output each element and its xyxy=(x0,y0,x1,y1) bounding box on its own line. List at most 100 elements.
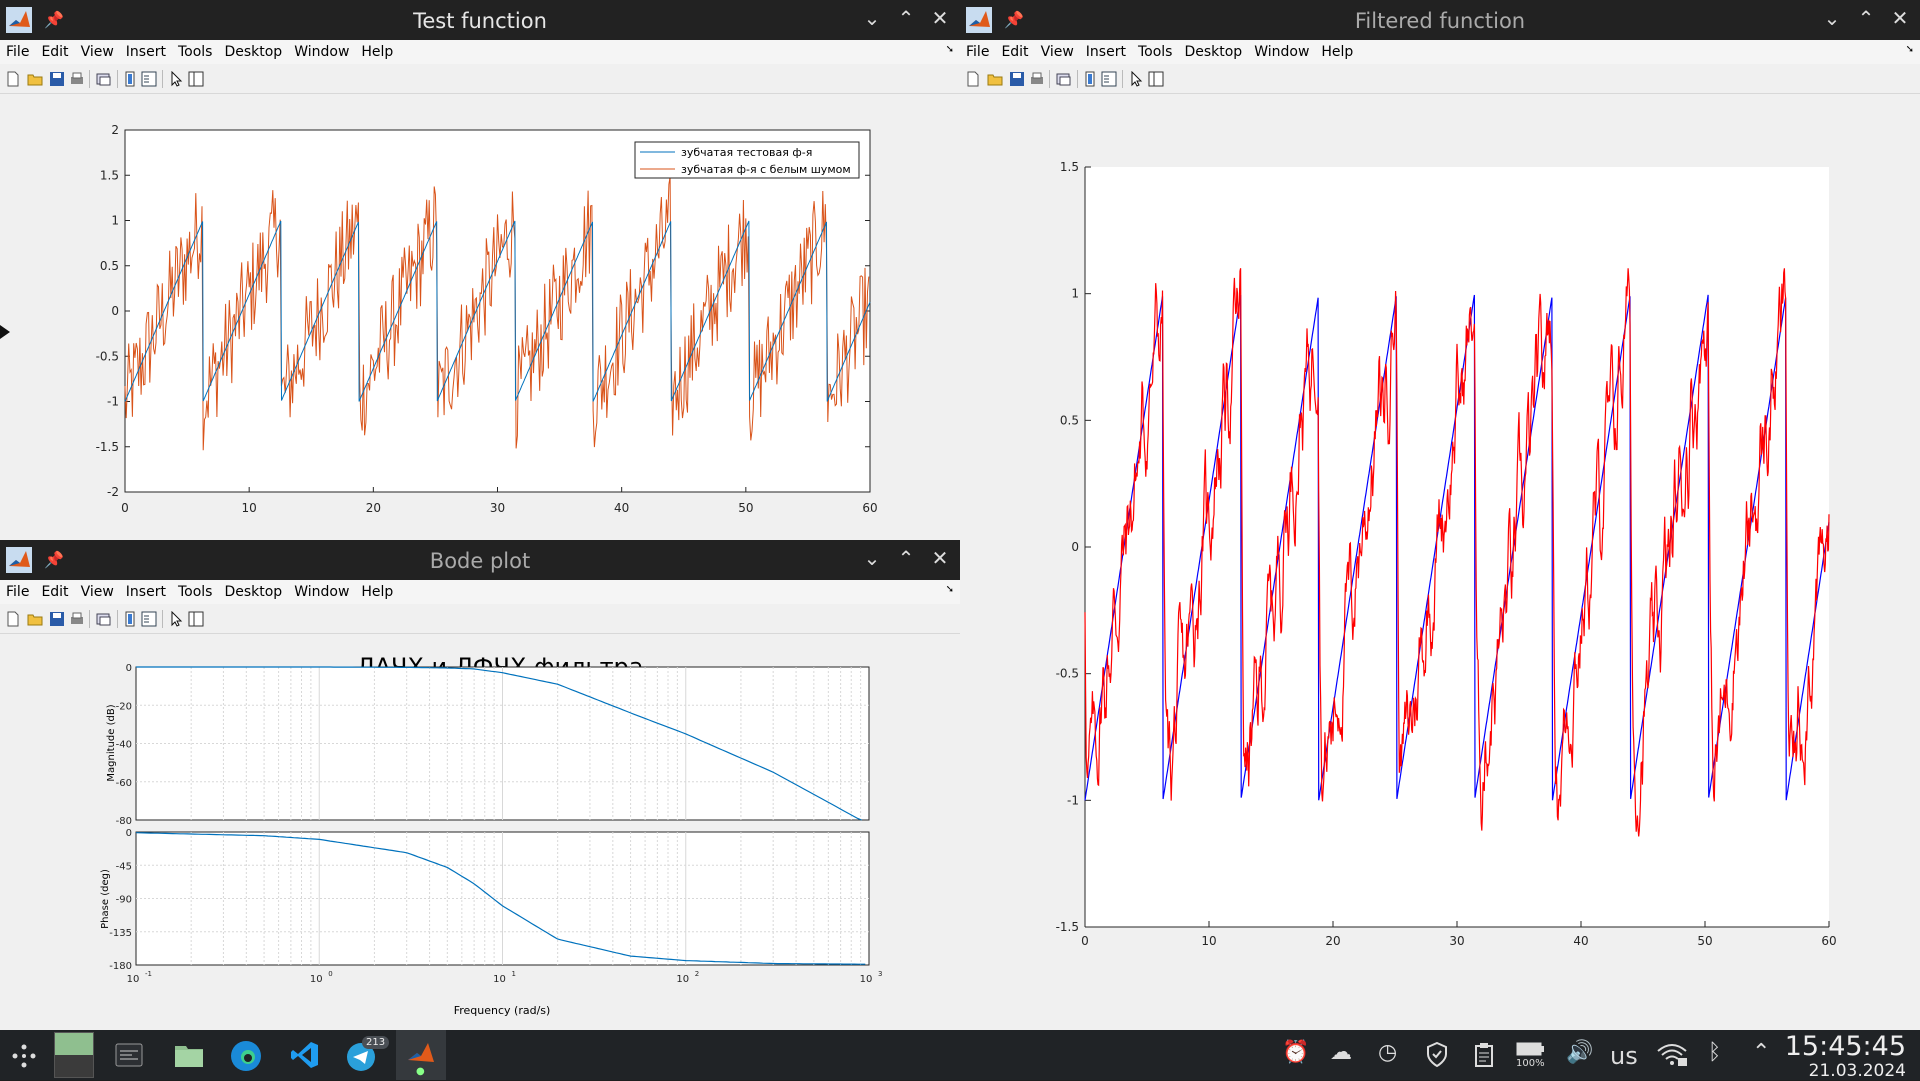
menu-view[interactable]: View xyxy=(75,580,120,600)
menu-window[interactable]: Window xyxy=(288,580,355,600)
figure-toolbar xyxy=(960,64,1920,94)
print-icon[interactable] xyxy=(1029,71,1045,87)
title-bar[interactable]: 📌 Bode plot ⌄ ⌃ ✕ xyxy=(0,540,960,580)
menu-file[interactable]: File xyxy=(0,580,35,600)
title-bar[interactable]: 📌 Test function ⌄ ⌃ ✕ xyxy=(0,0,960,40)
new-figure-icon[interactable] xyxy=(5,611,21,627)
save-icon[interactable] xyxy=(49,611,65,627)
colorbar-icon[interactable] xyxy=(1082,71,1098,87)
weather-snow-icon[interactable]: ☁ xyxy=(1330,1040,1352,1065)
menu-help[interactable]: Help xyxy=(1315,40,1359,60)
clipboard-icon[interactable] xyxy=(1474,1042,1494,1068)
close-icon[interactable]: ✕ xyxy=(926,6,954,30)
minimize-icon[interactable]: ⌄ xyxy=(858,546,886,570)
x-tick-label: 60 xyxy=(1821,934,1836,948)
minimize-icon[interactable]: ⌄ xyxy=(1818,6,1846,30)
alarm-bell-icon[interactable]: ⏰ xyxy=(1282,1040,1309,1065)
telegram-app[interactable]: 213 xyxy=(346,1036,390,1072)
property-editor-icon[interactable] xyxy=(1148,71,1164,87)
menu-insert[interactable]: Insert xyxy=(120,580,172,600)
menu-file[interactable]: File xyxy=(0,40,35,60)
window-title: Bode plot xyxy=(429,549,531,573)
save-icon[interactable] xyxy=(1009,71,1025,87)
menu-help[interactable]: Help xyxy=(355,580,399,600)
open-file-icon[interactable] xyxy=(27,71,43,87)
menu-window[interactable]: Window xyxy=(288,40,355,60)
keyboard-layout[interactable]: us xyxy=(1610,1042,1638,1070)
menu-edit[interactable]: Edit xyxy=(995,40,1034,60)
app-launcher-icon[interactable] xyxy=(10,1043,38,1069)
legend-icon[interactable] xyxy=(141,71,157,87)
menu-insert[interactable]: Insert xyxy=(1080,40,1132,60)
security-shield-icon[interactable] xyxy=(1426,1042,1448,1068)
dock-arrow-icon[interactable]: ➘ xyxy=(1906,44,1914,55)
menu-file[interactable]: File xyxy=(960,40,995,60)
menu-desktop[interactable]: Desktop xyxy=(218,580,288,600)
menu-tools[interactable]: Tools xyxy=(172,580,219,600)
legend-label-noisy: зубчатая ф-я с белым шумом xyxy=(681,163,851,176)
menu-view[interactable]: View xyxy=(75,40,120,60)
filtered-function-axes[interactable]: 0 10 20 30 40 50 60 1.5 1 0.5 0 -0.5 -1 -1.5 xyxy=(960,95,1920,1030)
matlab-taskbar-button[interactable]: ● xyxy=(396,1030,446,1080)
menu-tools[interactable]: Tools xyxy=(1132,40,1179,60)
property-editor-icon[interactable] xyxy=(188,71,204,87)
file-manager-icon[interactable] xyxy=(174,1041,204,1069)
menu-help[interactable]: Help xyxy=(355,40,399,60)
pointer-icon[interactable] xyxy=(1128,71,1144,87)
new-figure-icon[interactable] xyxy=(5,71,21,87)
x-tick-label: 20 xyxy=(1325,934,1340,948)
menu-desktop[interactable]: Desktop xyxy=(218,40,288,60)
menu-edit[interactable]: Edit xyxy=(35,40,74,60)
menu-desktop[interactable]: Desktop xyxy=(1178,40,1248,60)
tray-expand-icon[interactable]: ⌃ xyxy=(1752,1040,1770,1065)
new-figure-icon[interactable] xyxy=(965,71,981,87)
legend[interactable]: зубчатая тестовая ф-я зубчатая ф-я с бел… xyxy=(634,141,860,179)
close-icon[interactable]: ✕ xyxy=(926,546,954,570)
dock-arrow-icon[interactable]: ➘ xyxy=(946,584,954,595)
clock-app-icon[interactable]: ◷ xyxy=(1378,1040,1397,1065)
colorbar-icon[interactable] xyxy=(122,611,138,627)
property-editor-icon[interactable] xyxy=(188,611,204,627)
pointer-icon[interactable] xyxy=(168,71,184,87)
print-icon[interactable] xyxy=(69,611,85,627)
phase-tick-label: -90 xyxy=(116,895,132,906)
frequency-tick-base: 10 xyxy=(127,974,140,985)
link-plot-icon[interactable] xyxy=(96,71,112,87)
pointer-icon[interactable] xyxy=(168,611,184,627)
test-function-window: 📌 Test function ⌄ ⌃ ✕ File Edit View Insert… xyxy=(0,0,960,540)
clock[interactable]: 15:45:45 21.03.2024 xyxy=(1785,1032,1906,1081)
open-file-icon[interactable] xyxy=(27,611,43,627)
bode-axes[interactable]: ЛАЧХ и ЛФЧХ фильтра 0-20-40-60-800-45-90… xyxy=(0,635,960,1030)
wifi-icon[interactable] xyxy=(1656,1042,1688,1068)
menu-edit[interactable]: Edit xyxy=(35,580,74,600)
system-settings-icon[interactable] xyxy=(114,1042,144,1068)
maximize-icon[interactable]: ⌃ xyxy=(1852,6,1880,30)
legend-icon[interactable] xyxy=(141,611,157,627)
minimize-icon[interactable]: ⌄ xyxy=(858,6,886,30)
legend-icon[interactable] xyxy=(1101,71,1117,87)
battery-indicator[interactable]: 100% xyxy=(1516,1038,1546,1074)
colorbar-icon[interactable] xyxy=(122,71,138,87)
menu-insert[interactable]: Insert xyxy=(120,40,172,60)
link-plot-icon[interactable] xyxy=(1056,71,1072,87)
maximize-icon[interactable]: ⌃ xyxy=(892,546,920,570)
open-file-icon[interactable] xyxy=(987,71,1003,87)
virtual-desktop-pager[interactable] xyxy=(54,1032,94,1078)
print-icon[interactable] xyxy=(69,71,85,87)
title-bar[interactable]: 📌 Filtered function ⌄ ⌃ ✕ xyxy=(960,0,1920,40)
test-function-axes[interactable]: 0 10 20 30 40 50 60 2 1.5 1 0.5 0 -0.5 -1 -1.5 -2 зубча… xyxy=(0,95,960,540)
menu-window[interactable]: Window xyxy=(1248,40,1315,60)
edge-browser-icon[interactable] xyxy=(230,1040,262,1072)
maximize-icon[interactable]: ⌃ xyxy=(892,6,920,30)
link-plot-icon[interactable] xyxy=(96,611,112,627)
menu-tools[interactable]: Tools xyxy=(172,40,219,60)
menu-view[interactable]: View xyxy=(1035,40,1080,60)
close-icon[interactable]: ✕ xyxy=(1886,6,1914,30)
volume-icon[interactable]: 🔊 xyxy=(1566,1040,1593,1065)
save-icon[interactable] xyxy=(49,71,65,87)
vscode-icon[interactable] xyxy=(290,1040,320,1070)
dock-arrow-icon[interactable]: ➘ xyxy=(946,44,954,55)
notification-badge: 213 xyxy=(362,1036,390,1049)
y-tick-label: -1 xyxy=(107,395,119,409)
bluetooth-icon[interactable]: ᛒ xyxy=(1708,1040,1721,1065)
